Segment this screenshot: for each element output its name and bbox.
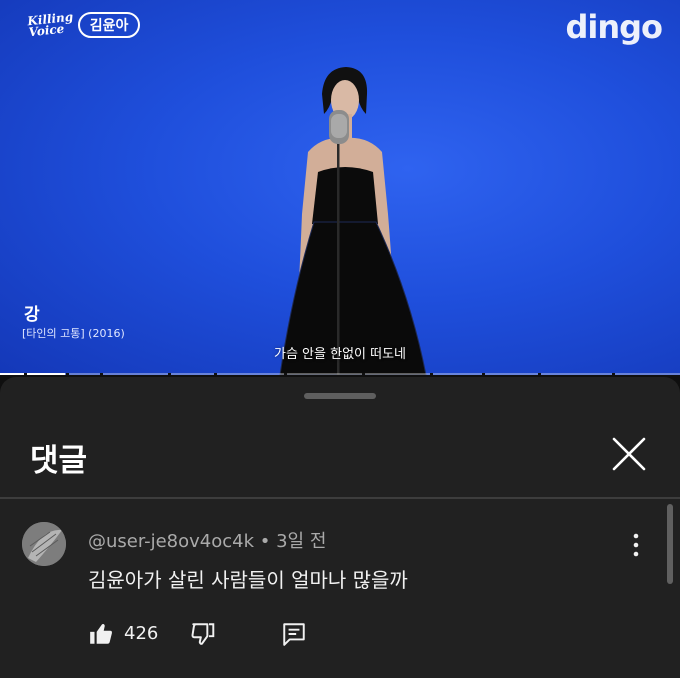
comments-sheet: 댓글 @user-je8ov4oc4k • 3일 전 김윤아가 살린 사람들이 …: [0, 377, 680, 678]
like-icon: [90, 623, 112, 644]
lyric-caption: 가슴 안을 한없이 떠도네: [274, 347, 406, 362]
chapter-divider: [612, 373, 615, 375]
chapter-divider: [100, 373, 103, 375]
like-count: 426: [124, 623, 159, 644]
chapter-divider: [66, 373, 69, 375]
chapter-divider: [538, 373, 541, 375]
comments-title: 댓글: [30, 443, 88, 479]
chapter-divider: [284, 373, 287, 375]
close-icon: [612, 437, 646, 471]
avatar-image: [22, 522, 66, 566]
show-logo: Killing Voice 김윤아: [26, 9, 141, 40]
chapter-divider: [362, 373, 365, 375]
reply-icon: [283, 623, 305, 646]
channel-logo: dingo: [565, 8, 663, 46]
chapter-divider: [482, 373, 485, 375]
reply-button[interactable]: [281, 621, 307, 647]
chapter-divider: [24, 373, 27, 375]
comment-author[interactable]: @user-je8ov4oc4k: [88, 531, 254, 552]
song-subtitle: [타인의 고통] (2016): [22, 327, 125, 340]
chapter-divider: [168, 373, 171, 375]
comment-text: 김윤아가 살린 사람들이 얼마나 많을까: [88, 568, 408, 592]
progress-fill: [0, 373, 65, 375]
chapter-divider: [430, 373, 433, 375]
more-options-button[interactable]: [627, 532, 645, 558]
drag-handle[interactable]: [304, 393, 376, 399]
avatar[interactable]: [22, 522, 66, 566]
close-button[interactable]: [610, 435, 648, 473]
like-button[interactable]: [88, 621, 114, 647]
comment-time: 3일 전: [276, 531, 327, 552]
performer-figure: [279, 67, 427, 375]
comment-actions: 426: [88, 619, 328, 649]
comment-meta: @user-je8ov4oc4k • 3일 전: [88, 527, 326, 553]
dislike-button[interactable]: [190, 621, 216, 647]
video-player[interactable]: Killing Voice 김윤아 dingo 강 [타인의 고통] (2016…: [0, 0, 680, 375]
header-divider: [0, 497, 680, 499]
dislike-icon: [191, 623, 215, 645]
song-title: 강: [24, 305, 40, 325]
artist-name-pill: 김윤아: [77, 12, 141, 38]
scrollbar[interactable]: [667, 504, 673, 584]
video-progress-bar[interactable]: [0, 373, 680, 375]
show-logo-text: Killing Voice: [26, 9, 74, 40]
meta-separator: •: [254, 531, 277, 552]
chapter-divider: [214, 373, 217, 375]
more-vert-icon: [633, 533, 639, 557]
